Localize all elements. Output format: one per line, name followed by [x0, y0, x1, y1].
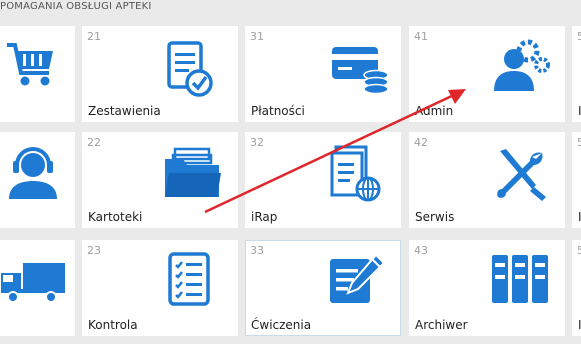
shopping-cart-icon [5, 39, 57, 91]
tile-number: 23 [87, 244, 101, 257]
tile-support[interactable] [0, 132, 75, 228]
tile-kontrola[interactable]: 23 Kontrola [82, 240, 238, 336]
tile-label: iRap [251, 210, 278, 224]
checklist-icon [167, 251, 211, 307]
tile-number: 21 [87, 30, 101, 43]
tile-cwiczenia[interactable]: 33 Ćwiczenia [245, 240, 401, 336]
tile-partial[interactable]: 5 I [572, 132, 581, 228]
tile-sales[interactable] [0, 26, 75, 122]
tile-number: 22 [87, 136, 101, 149]
tile-number: 5 [577, 30, 581, 43]
document-globe-icon [330, 145, 386, 205]
binders-icon [490, 251, 550, 307]
checklist-document-icon [165, 39, 213, 97]
delivery-truck-icon [0, 259, 69, 303]
tile-label: Kontrola [88, 318, 138, 332]
headset-agent-icon [7, 143, 63, 199]
section-header: POMAGANIA OBSŁUGI APTEKI [0, 1, 152, 12]
tile-number: 32 [250, 136, 264, 149]
tile-delivery[interactable] [0, 240, 75, 336]
tile-kartoteki[interactable]: 22 Kartoteki [82, 132, 238, 228]
wrench-screwdriver-icon [492, 145, 550, 203]
tile-number: 33 [250, 244, 264, 257]
tile-label: Kartoteki [88, 210, 143, 224]
card-and-coins-icon [330, 41, 390, 97]
folder-icon [163, 145, 223, 201]
edit-document-icon [328, 251, 388, 307]
tile-archiwer[interactable]: 43 Archiwer [409, 240, 565, 336]
tile-number: 5 [577, 244, 581, 257]
tile-label: Serwis [415, 210, 455, 224]
tile-partial[interactable]: 5 I [572, 240, 581, 336]
tile-platnosci[interactable]: 31 Płatności [245, 26, 401, 122]
tile-label: Zestawienia [88, 104, 161, 118]
tile-number: 42 [414, 136, 428, 149]
tile-number: 43 [414, 244, 428, 257]
tile-number: 31 [250, 30, 264, 43]
tile-serwis[interactable]: 42 Serwis [409, 132, 565, 228]
tile-label: Admin [415, 104, 454, 118]
tile-admin[interactable]: 41 Admin [409, 26, 565, 122]
tile-irap[interactable]: 32 iRap [245, 132, 401, 228]
tile-partial[interactable]: 5 I [572, 26, 581, 122]
tile-label: Archiwer [415, 318, 468, 332]
admin-gears-user-icon [490, 37, 552, 95]
tile-label: Ćwiczenia [251, 318, 312, 332]
tile-number: 41 [414, 30, 428, 43]
tile-label: Płatności [251, 104, 305, 118]
tile-zestawienia[interactable]: 21 Zestawienia [82, 26, 238, 122]
tile-number: 5 [577, 136, 581, 149]
